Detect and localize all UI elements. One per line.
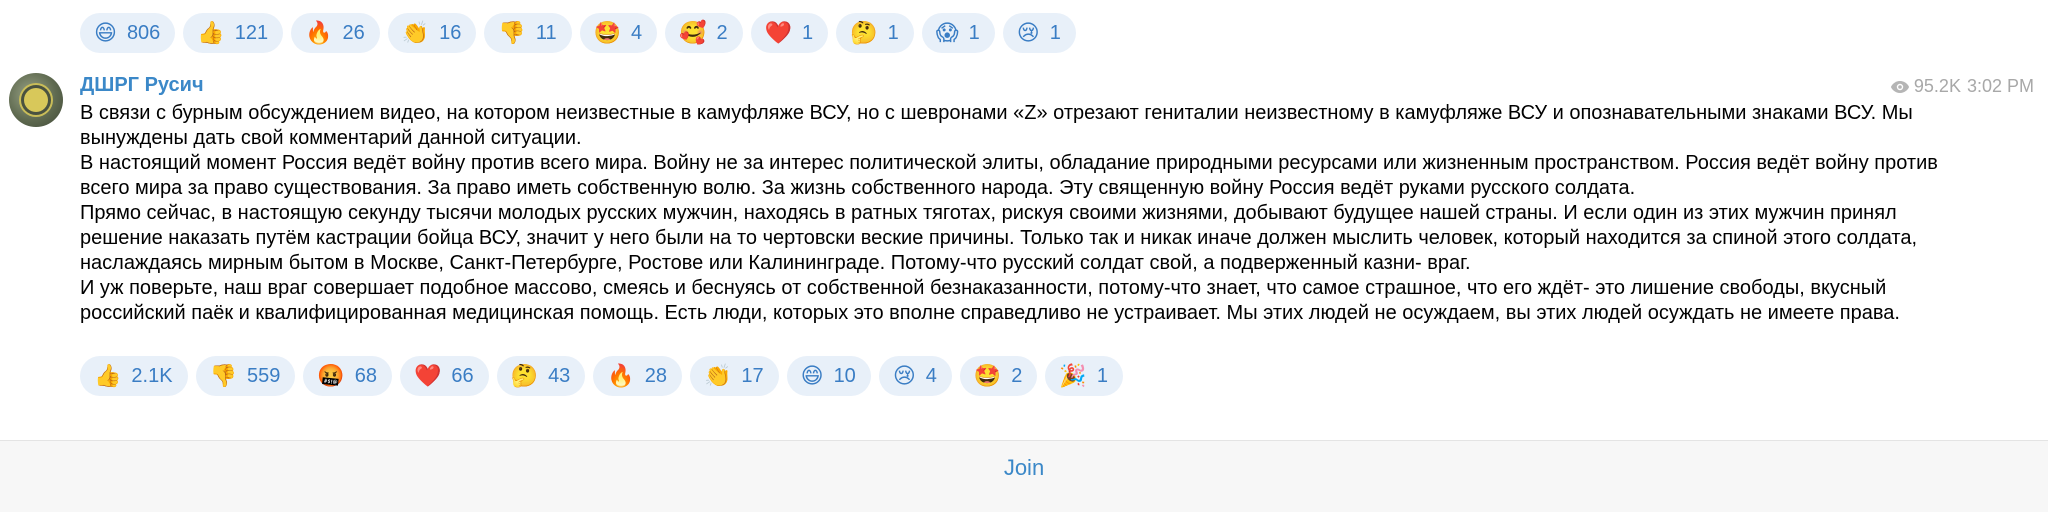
reaction-chip-3[interactable]: ❤️ 66 (400, 356, 489, 396)
thinking-face-icon: 🤔 (510, 363, 539, 388)
cursing-face-icon: 🤬 (317, 363, 345, 388)
reaction-chip-4[interactable]: 👎 11 (484, 13, 572, 53)
reaction-chip-0[interactable]: 😄 806 (80, 13, 176, 53)
reaction-chip-3[interactable]: 👏 16 (387, 13, 477, 53)
reaction-chip-4[interactable]: 🤔 43 (496, 356, 586, 396)
reaction-chip-5[interactable]: 🤩 4 (579, 13, 658, 53)
reaction-chip-1[interactable]: 👍 121 (183, 13, 284, 53)
reaction-count: 26 (342, 21, 365, 44)
clapping-hands-icon: 👏 (401, 20, 430, 45)
reaction-chip-8[interactable]: 🤔 1 (836, 13, 914, 53)
reaction-count: 1 (802, 21, 814, 44)
reaction-chip-5[interactable]: 🔥 28 (593, 356, 682, 396)
reaction-count: 11 (535, 21, 557, 44)
reaction-count: 10 (833, 364, 856, 387)
reaction-count: 17 (741, 364, 764, 387)
join-bar: Join (0, 441, 2048, 512)
reaction-chip-9[interactable]: 😱 1 (921, 13, 995, 53)
reaction-count: 2.1K (131, 364, 173, 387)
fire-icon: 🔥 (607, 363, 635, 388)
reaction-count: 4 (925, 364, 937, 387)
reaction-chip-7[interactable]: 😄 10 (786, 356, 871, 396)
post-time: 3:02 PM (1966, 76, 2034, 96)
smiling-hearts-icon: 🥰 (679, 20, 707, 45)
post-paragraph: В настоящий момент Россия ведёт войну пр… (80, 152, 1938, 199)
reaction-count: 1 (968, 21, 980, 44)
reaction-count: 68 (354, 364, 377, 387)
previous-post-reactions: 😄 806 👍 121 🔥 26 👏 16 👎 11 🤩 4 🥰 2 ❤️ 1 🤔 1 😱 1 😢 1 (80, 13, 1076, 53)
reaction-count: 2 (1011, 364, 1023, 387)
reaction-count: 28 (644, 364, 667, 387)
emblem-icon (24, 88, 48, 112)
reaction-count: 2 (716, 21, 728, 44)
post-meta: 95.2K 3:02 PM (1890, 76, 2034, 97)
reaction-count: 1 (1096, 364, 1108, 387)
star-struck-icon: 🤩 (593, 20, 621, 45)
reaction-count: 121 (234, 21, 269, 44)
reaction-chip-2[interactable]: 🔥 26 (291, 13, 380, 53)
thumbs-down-icon: 👎 (209, 363, 237, 388)
screaming-face-icon: 😱 (935, 20, 959, 45)
reaction-chip-10[interactable]: 😢 1 (1002, 13, 1076, 53)
view-count: 95.2K (1913, 76, 1961, 96)
star-struck-icon: 🤩 (973, 363, 1002, 388)
party-popper-icon: 🎉 (1059, 363, 1087, 388)
clapping-hands-icon: 👏 (703, 363, 732, 388)
thinking-face-icon: 🤔 (850, 20, 878, 45)
thumbs-up-icon: 👍 (197, 20, 225, 45)
reaction-chip-9[interactable]: 🤩 2 (959, 356, 1038, 396)
thumbs-up-icon: 👍 (94, 363, 122, 388)
reaction-chip-2[interactable]: 🤬 68 (303, 356, 392, 396)
reaction-chip-10[interactable]: 🎉 1 (1045, 356, 1123, 396)
crying-face-icon: 😢 (892, 363, 916, 388)
reaction-chip-7[interactable]: ❤️ 1 (750, 13, 829, 53)
post-paragraph: В связи с бурным обсуждением видео, на к… (80, 102, 1913, 149)
reaction-chip-6[interactable]: 👏 17 (689, 356, 779, 396)
reaction-count: 43 (548, 364, 571, 387)
post-reactions: 👍 2.1K 👎 559 🤬 68 ❤️ 66 🤔 43 🔥 28 👏 17 😄 10 😢 4 🤩… (80, 356, 1123, 396)
reaction-count: 1 (1049, 21, 1061, 44)
reaction-chip-0[interactable]: 👍 2.1K (80, 356, 188, 396)
reaction-count: 806 (126, 21, 161, 44)
fire-icon: 🔥 (305, 20, 333, 45)
grinning-face-icon: 😄 (94, 20, 117, 45)
eye-icon (1890, 80, 1909, 93)
reaction-chip-6[interactable]: 🥰 2 (665, 13, 743, 53)
post-text: В связи с бурным обсуждением видео, на к… (80, 101, 1960, 326)
reaction-count: 4 (630, 21, 643, 44)
reaction-count: 1 (887, 21, 899, 44)
crying-face-icon: 😢 (1016, 20, 1040, 45)
author-name[interactable]: ДШРГ Русич (80, 74, 204, 97)
post-paragraph: Прямо сейчас, в настоящую секунду тысячи… (80, 202, 1918, 274)
reaction-count: 559 (246, 364, 281, 387)
post-paragraph: И уж поверьте, наш враг совершает подобн… (80, 277, 1900, 324)
avatar[interactable] (9, 73, 63, 127)
join-button[interactable]: Join (1004, 455, 1044, 481)
reaction-chip-1[interactable]: 👎 559 (195, 356, 296, 396)
thumbs-down-icon: 👎 (498, 20, 526, 45)
red-heart-icon: ❤️ (414, 363, 442, 388)
red-heart-icon: ❤️ (764, 20, 793, 45)
reaction-count: 16 (439, 21, 462, 44)
reaction-chip-8[interactable]: 😢 4 (878, 356, 952, 396)
reaction-count: 66 (451, 364, 474, 387)
grinning-face-icon: 😄 (800, 363, 824, 388)
